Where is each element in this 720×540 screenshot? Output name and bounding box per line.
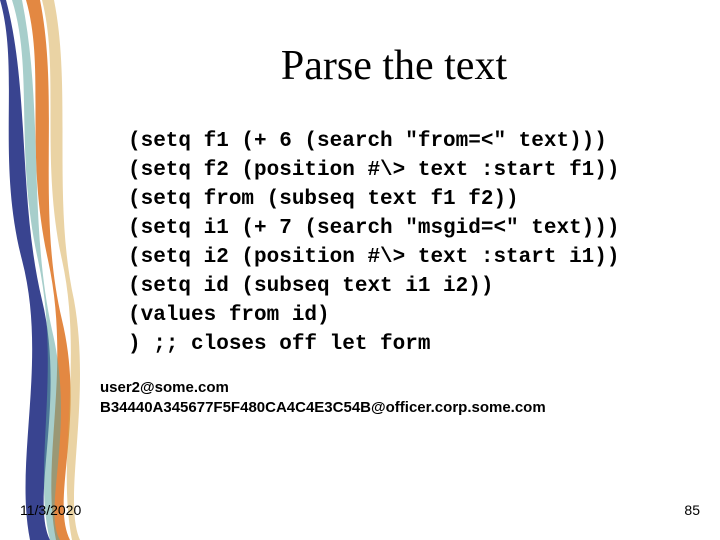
code-line: (setq id (subseq text i1 i2)): [128, 275, 493, 298]
code-block: (setq f1 (+ 6 (search "from=<" text))) (…: [128, 128, 700, 360]
output-line: B34440A345677F5F480CA4C4E3C54B@officer.c…: [100, 399, 546, 416]
output-block: user2@some.com B34440A345677F5F480CA4C4E…: [100, 378, 700, 417]
code-line: (setq i1 (+ 7 (search "msgid=<" text))): [128, 217, 619, 240]
sidebar-art: [0, 0, 88, 540]
code-line: (setq from (subseq text f1 f2)): [128, 188, 519, 211]
footer-date: 11/3/2020: [20, 502, 81, 518]
code-line: ) ;; closes off let form: [128, 333, 430, 356]
code-line: (setq f2 (position #\> text :start f1)): [128, 159, 619, 182]
code-line: (values from id): [128, 304, 330, 327]
code-line: (setq f1 (+ 6 (search "from=<" text))): [128, 130, 607, 153]
code-line: (setq i2 (position #\> text :start i1)): [128, 246, 619, 269]
slide: Parse the text (setq f1 (+ 6 (search "fr…: [0, 0, 720, 540]
slide-title: Parse the text: [88, 42, 700, 90]
footer-page-number: 85: [684, 502, 700, 518]
decorative-sidebar: [0, 0, 88, 540]
output-line: user2@some.com: [100, 379, 229, 396]
